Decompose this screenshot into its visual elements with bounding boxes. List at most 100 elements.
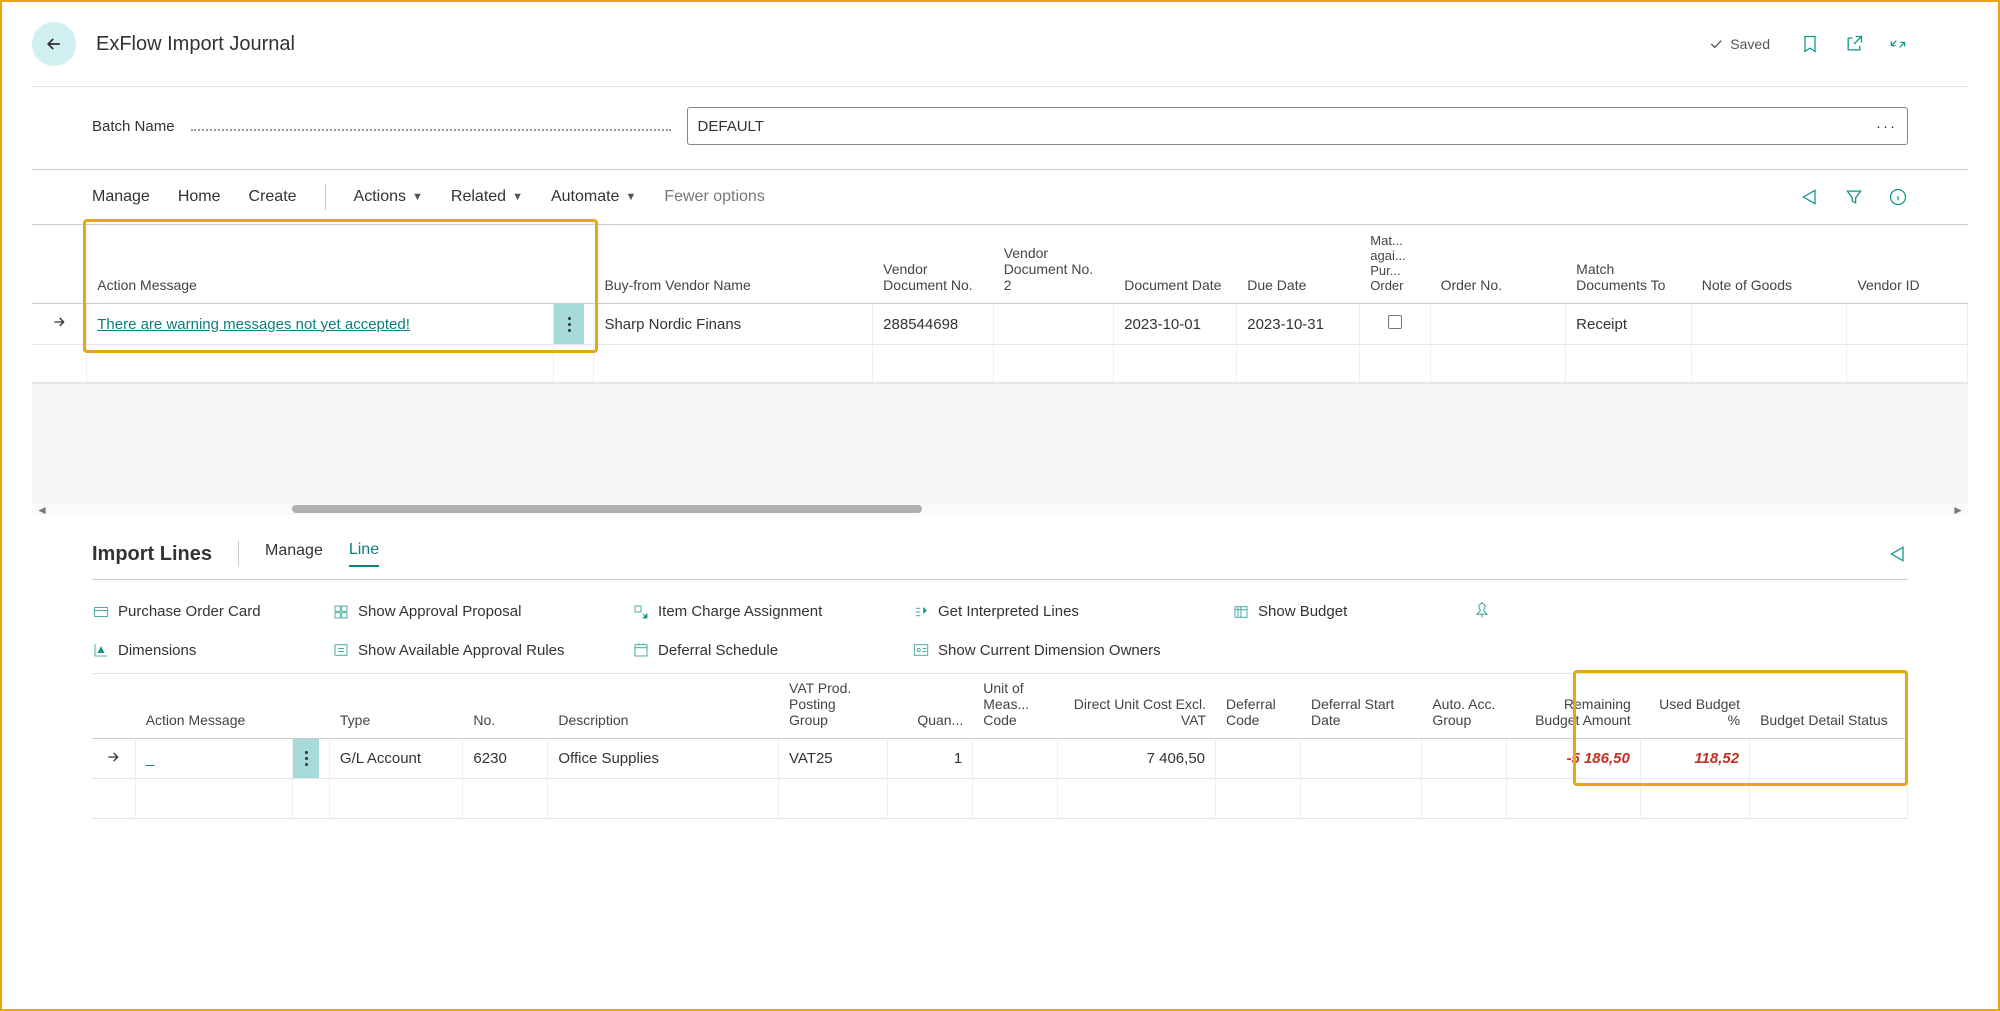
scroll-right-caret[interactable]: ►	[1952, 503, 1964, 517]
lcol-deferral-start[interactable]: Deferral Start Date	[1301, 674, 1422, 739]
line-row-menu-button[interactable]	[293, 739, 319, 778]
share-icon[interactable]	[1888, 544, 1908, 564]
lcol-auto-acc[interactable]: Auto. Acc. Group	[1422, 674, 1507, 739]
col-note-of-goods[interactable]: Note of Goods	[1692, 225, 1848, 304]
lcell-used-budget[interactable]: 118,52	[1641, 739, 1750, 779]
action-approval-proposal[interactable]: Show Approval Proposal	[332, 600, 632, 623]
action-message-link[interactable]: There are warning messages not yet accep…	[97, 316, 410, 333]
filter-icon[interactable]	[1844, 187, 1864, 207]
col-vendor-doc-no2[interactable]: Vendor Document No. 2	[994, 225, 1115, 304]
import-line-row-empty[interactable]	[92, 779, 1908, 819]
action-dimensions[interactable]: Dimensions	[92, 641, 332, 659]
lcol-type[interactable]: Type	[330, 674, 464, 739]
arrow-right-icon	[105, 749, 121, 765]
arrow-left-icon	[44, 34, 64, 54]
action-interpreted-lines[interactable]: Get Interpreted Lines	[912, 600, 1232, 623]
lcol-vat-group[interactable]: VAT Prod. Posting Group	[779, 674, 888, 739]
scroll-left-caret[interactable]: ◄	[36, 503, 48, 517]
col-action-message[interactable]: Action Message	[97, 277, 197, 293]
cell-vendor-doc-no[interactable]: 288544698	[873, 304, 994, 345]
checkbox-icon[interactable]	[1388, 315, 1402, 329]
col-match-docs-to[interactable]: Match Documents To	[1566, 225, 1692, 304]
lcol-description[interactable]: Description	[548, 674, 779, 739]
lcol-action-message[interactable]: Action Message	[136, 674, 330, 739]
lcell-action-message[interactable]: _	[136, 739, 294, 779]
lcell-no[interactable]: 6230	[463, 739, 548, 779]
lcol-direct-unit-cost[interactable]: Direct Unit Cost Excl. VAT	[1058, 674, 1216, 739]
lcol-uom[interactable]: Unit of Meas... Code	[973, 674, 1058, 739]
lcol-quantity[interactable]: Quan...	[888, 674, 973, 739]
info-icon[interactable]	[1888, 187, 1908, 207]
back-button[interactable]	[32, 22, 76, 66]
lcol-no[interactable]: No.	[463, 674, 548, 739]
lcell-deferral-code[interactable]	[1216, 739, 1301, 779]
batch-name-input[interactable]: DEFAULT ···	[687, 107, 1908, 145]
cell-vendor-name[interactable]: Sharp Nordic Finans	[594, 304, 873, 345]
collapse-icon[interactable]	[1888, 34, 1908, 54]
dimensions-icon	[92, 641, 110, 659]
line-row-selector[interactable]	[92, 739, 136, 779]
cmd-actions[interactable]: Actions▼	[354, 188, 423, 206]
lcell-description[interactable]: Office Supplies	[548, 739, 779, 779]
lcell-budget-status[interactable]	[1750, 739, 1908, 779]
lcell-vat-group[interactable]: VAT25	[779, 739, 888, 779]
col-vendor-doc-no[interactable]: Vendor Document No.	[873, 225, 994, 304]
cmd-fewer-options[interactable]: Fewer options	[664, 188, 765, 206]
lcell-direct-unit-cost[interactable]: 7 406,50	[1058, 739, 1216, 779]
col-vendor-name[interactable]: Buy-from Vendor Name	[594, 225, 873, 304]
col-vendor-id[interactable]: Vendor ID	[1847, 225, 1968, 304]
bookmark-icon[interactable]	[1800, 34, 1820, 54]
cell-match-docs-to[interactable]: Receipt	[1566, 304, 1692, 345]
action-item-charge[interactable]: Item Charge Assignment	[632, 600, 912, 623]
lcell-uom[interactable]	[973, 739, 1058, 779]
cell-match-po[interactable]	[1360, 304, 1430, 345]
cmd-create[interactable]: Create	[249, 188, 297, 206]
pin-icon[interactable]	[1472, 600, 1492, 620]
action-dimension-owners[interactable]: Show Current Dimension Owners	[912, 641, 1232, 659]
cmd-related[interactable]: Related▼	[451, 188, 523, 206]
journal-row-empty[interactable]	[32, 345, 1968, 383]
col-due-date[interactable]: Due Date	[1237, 225, 1360, 304]
cell-due-date[interactable]: 2023-10-31	[1237, 304, 1360, 345]
ellipsis-icon[interactable]: ···	[1876, 118, 1897, 135]
action-deferral-schedule[interactable]: Deferral Schedule	[632, 641, 912, 659]
chevron-down-icon: ▼	[512, 191, 523, 203]
cmd-manage[interactable]: Manage	[92, 188, 150, 206]
journal-grid: Action Message Buy-from Vendor Name Vend…	[32, 225, 1968, 383]
action-approval-rules[interactable]: Show Available Approval Rules	[332, 641, 632, 659]
lcell-type[interactable]: G/L Account	[330, 739, 464, 779]
tab-line[interactable]: Line	[349, 541, 379, 567]
row-selector[interactable]	[32, 304, 87, 345]
lcell-auto-acc[interactable]	[1422, 739, 1507, 779]
scrollbar-thumb[interactable]	[292, 505, 922, 513]
lcell-quantity[interactable]: 1	[888, 739, 973, 779]
cell-vendor-id[interactable]	[1847, 304, 1968, 345]
share-icon[interactable]	[1800, 187, 1820, 207]
grid-icon	[332, 603, 350, 621]
cell-note-of-goods[interactable]	[1692, 304, 1848, 345]
lcell-remaining-budget[interactable]: -5 186,50	[1507, 739, 1641, 779]
col-doc-date[interactable]: Document Date	[1114, 225, 1237, 304]
row-menu-button[interactable]	[554, 304, 584, 344]
popout-icon[interactable]	[1844, 34, 1864, 54]
journal-row[interactable]: There are warning messages not yet accep…	[32, 304, 1968, 345]
lcell-deferral-start[interactable]	[1301, 739, 1422, 779]
cell-order-no[interactable]	[1431, 304, 1567, 345]
col-order-no[interactable]: Order No.	[1431, 225, 1567, 304]
cell-vendor-doc-no2[interactable]	[994, 304, 1115, 345]
lcol-remaining-budget[interactable]: Remaining Budget Amount	[1507, 674, 1641, 739]
cmdbar-divider	[325, 184, 326, 210]
lcol-budget-status[interactable]: Budget Detail Status	[1750, 674, 1908, 739]
grid-empty-area	[32, 383, 1968, 503]
action-po-card[interactable]: Purchase Order Card	[92, 600, 332, 623]
cmd-automate[interactable]: Automate▼	[551, 188, 636, 206]
cell-doc-date[interactable]: 2023-10-01	[1114, 304, 1237, 345]
action-show-budget[interactable]: Show Budget	[1232, 600, 1432, 623]
lcol-used-budget[interactable]: Used Budget %	[1641, 674, 1750, 739]
lcol-deferral-code[interactable]: Deferral Code	[1216, 674, 1301, 739]
horizontal-scrollbar[interactable]: ◄ ►	[32, 503, 1968, 515]
cmd-home[interactable]: Home	[178, 188, 221, 206]
col-match-po[interactable]: Mat... agai... Pur... Order	[1360, 225, 1430, 304]
tab-manage[interactable]: Manage	[265, 542, 323, 566]
import-line-row[interactable]: _ G/L Account 6230 Office Supplies VAT25…	[92, 739, 1908, 779]
